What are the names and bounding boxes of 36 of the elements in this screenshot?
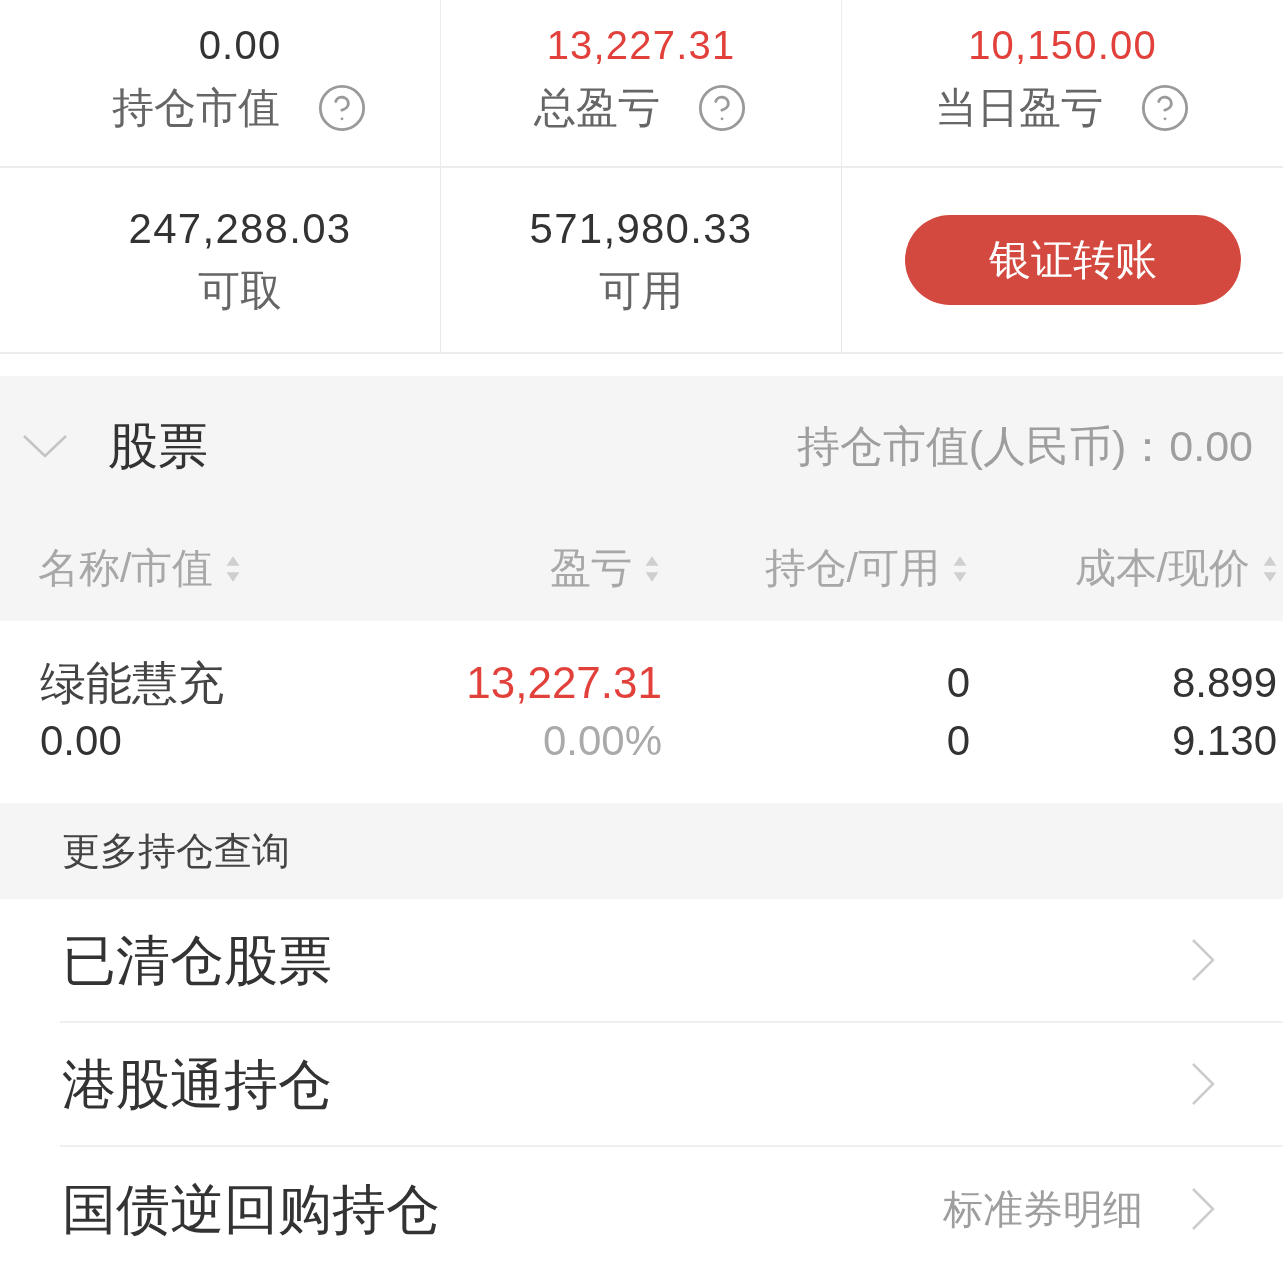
profit-rate-cell-text: 0.00% [542,716,662,766]
summary-label: 当日盈亏 [934,83,1103,133]
chevron-right-icon [1191,1062,1215,1106]
section-title: 股票 [108,421,208,471]
help-icon[interactable] [316,82,368,134]
balance-label: 可用 [599,268,683,314]
more-positions-heading: 更多持仓查询 [62,832,290,870]
profit-cell-text: 13,227.31 [466,657,662,709]
menu-item[interactable]: 已清仓股票 [62,933,332,987]
price-cell-text: 9.130 [1171,716,1277,766]
column-header[interactable]: 名称/市值 [38,548,242,589]
chevron-down-icon[interactable] [22,434,68,458]
available-cell-text: 0 [946,716,970,766]
menu-item[interactable]: 国债逆回购持仓 [62,1182,440,1236]
balance-label: 可取 [198,268,282,314]
balance-value: 247,288.03 [128,206,352,252]
summary-value: 10,150.00 [968,22,1157,68]
cost-cell-text: 8.899 [1171,658,1277,708]
chevron-right-icon [1191,1187,1215,1231]
column-header[interactable]: 盈亏 [550,548,660,589]
stock-name: 绿能慧充 [40,656,224,711]
position-cell-text: 0 [946,658,970,708]
summary-value: 0.00 [198,22,282,68]
balance-value: 571,980.33 [529,206,753,252]
column-header[interactable]: 持仓/可用 [764,548,968,589]
help-icon[interactable] [696,82,748,134]
summary-label: 总盈亏 [534,83,660,133]
summary-label: 持仓市值 [112,83,280,133]
transfer-button[interactable]: 银证转账 [904,215,1241,305]
column-header[interactable]: 成本/现价 [1074,548,1278,589]
section-market-value: 持仓市值(人民币)：0.00 [796,424,1253,468]
chevron-right-icon [1191,938,1215,982]
detail-link[interactable]: 标准券明细 [943,1189,1143,1229]
market-value-cell-text: 0.00 [40,716,122,766]
menu-item[interactable]: 港股通持仓 [62,1057,332,1111]
summary-value: 13,227.31 [546,22,736,68]
